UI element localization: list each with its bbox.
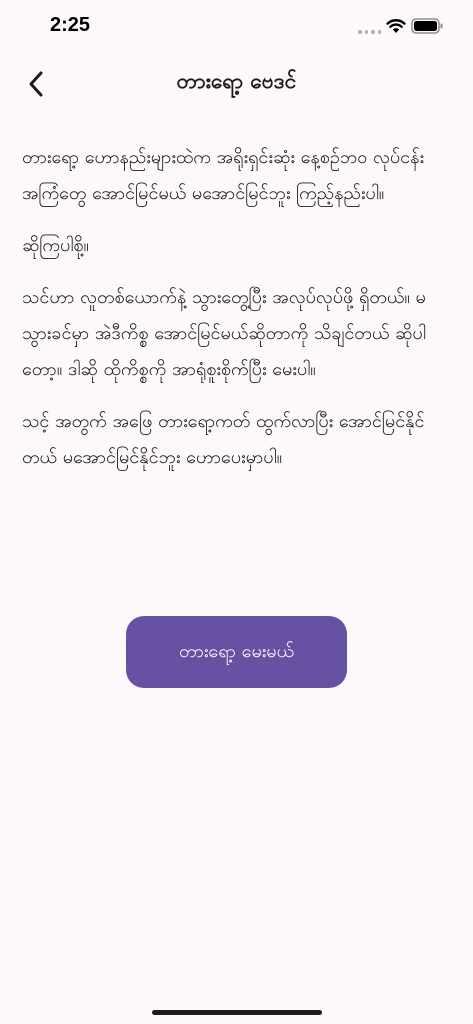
wifi-icon	[386, 18, 406, 38]
battery-icon	[411, 18, 443, 38]
instruction-paragraph-4: သင့် အတွက် အဖြေ တားရော့ကတ် ထွက်လာပြီး အေ…	[22, 411, 425, 468]
instruction-paragraph-2: ဆိုကြပါစို့။	[22, 235, 89, 256]
ask-tarot-button[interactable]: တားရော့ မေးမယ်	[126, 616, 347, 688]
signal-dots-icon	[358, 30, 381, 34]
app-bar: တားရော့ ဗေဒင်	[0, 54, 473, 112]
status-bar: 2:25	[0, 0, 473, 54]
home-indicator	[152, 1010, 322, 1015]
instruction-paragraph-3: သင်ဟာ လူတစ်ယောက်နဲ့ သွားတွေ့ပြီး အလုပ်လု…	[22, 287, 426, 380]
page-title: တားရော့ ဗေဒင်	[176, 69, 297, 93]
instruction-paragraph-1: တားရော့ ဟောနည်းများထဲက အရိုးရှင်းဆုံး နေ…	[22, 147, 425, 204]
status-time: 2:25	[50, 14, 91, 36]
instructions-content: တားရော့ ဟောနည်းများထဲက အရိုးရှင်းဆုံး နေ…	[22, 140, 453, 492]
